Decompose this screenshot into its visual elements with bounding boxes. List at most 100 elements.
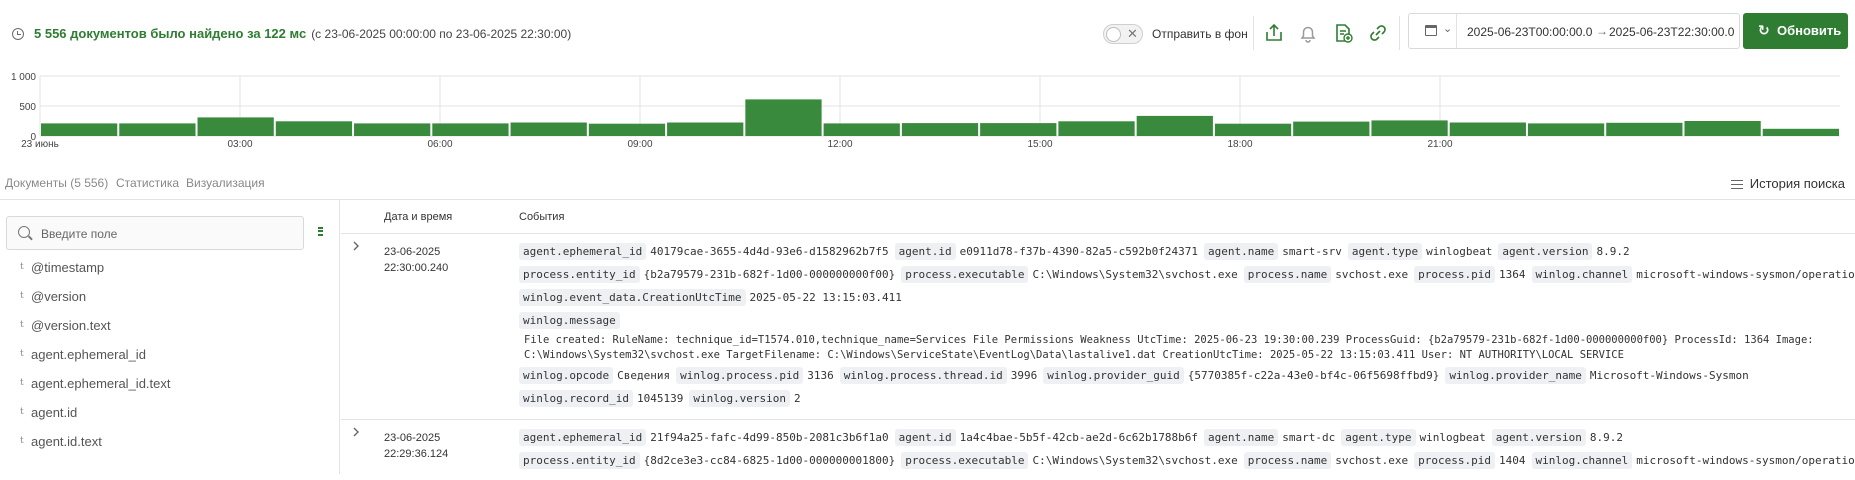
field-value: svchost.exe (1335, 268, 1409, 281)
row-date: 23-06-2025 (384, 432, 441, 444)
add-report-icon[interactable] (1331, 22, 1355, 46)
field-value: winlogbeat (1419, 431, 1486, 444)
histogram-bar[interactable] (823, 123, 900, 136)
histogram-bar[interactable] (901, 123, 979, 136)
link-icon[interactable] (1366, 22, 1390, 46)
bell-icon[interactable] (1296, 22, 1320, 46)
histogram-bar[interactable] (354, 123, 431, 136)
field-key[interactable]: agent.id (894, 429, 956, 446)
refresh-button[interactable]: ↻ Обновить (1743, 13, 1848, 49)
date-to-input[interactable]: 2025-06-23T22:30:00.0 (1609, 25, 1734, 39)
field-options-icon[interactable] (318, 225, 326, 239)
field-key[interactable]: winlog.message (519, 312, 620, 329)
tab-visualization[interactable]: Визуализация (186, 176, 265, 190)
field-key[interactable]: agent.version (1498, 243, 1593, 260)
field-value: Microsoft-Windows-Sysmon (1589, 369, 1749, 382)
field-key[interactable]: process.pid (1414, 266, 1495, 283)
histogram-bar[interactable] (510, 122, 587, 137)
field-key[interactable]: agent.name (1204, 243, 1279, 260)
field-name: agent.id (31, 405, 78, 420)
field-key[interactable]: winlog.channel (1531, 452, 1633, 469)
share-icon[interactable] (1262, 22, 1286, 46)
field-value: 2025-05-22 13:15:03.411 (749, 291, 902, 304)
message-line: C:\Windows\System32\svchost.exe TargetFi… (524, 349, 1624, 361)
histogram-bar[interactable] (1293, 121, 1370, 136)
field-key[interactable]: winlog.event_data.CreationUtcTime (519, 289, 746, 306)
chevron-down-icon: ⌄ (1443, 23, 1453, 35)
field-key[interactable]: agent.id (894, 243, 956, 260)
row-datetime: 23-06-2025 22:29:36.124 (384, 430, 448, 462)
field-sidebar: t@timestamp t@version t@version.text tag… (0, 200, 340, 474)
column-header-date[interactable]: Дата и время (384, 211, 452, 223)
histogram-bar[interactable] (1449, 122, 1526, 137)
field-key[interactable]: agent.version (1491, 429, 1586, 446)
search-history-button[interactable]: История поиска (1730, 176, 1845, 191)
histogram-bar[interactable] (1371, 120, 1448, 136)
field-key[interactable]: agent.ephemeral_id (519, 243, 647, 260)
send-to-background-label: Отправить в фон (1152, 27, 1248, 41)
field-key[interactable]: agent.type (1341, 429, 1416, 446)
send-to-background-toggle[interactable]: ✕ (1103, 24, 1143, 44)
histogram-bar[interactable] (1606, 122, 1683, 136)
field-name: @version.text (31, 318, 111, 333)
field-key[interactable]: winlog.channel (1531, 266, 1633, 283)
field-name: agent.ephemeral_id (31, 347, 146, 362)
histogram-bar[interactable] (1214, 123, 1292, 136)
x-tick-label: 06:00 (427, 139, 452, 150)
documents-table: Дата и время События 23-06-2025 22:30:00… (341, 200, 1855, 474)
field-key[interactable]: winlog.process.thread.id (839, 367, 1007, 384)
date-from-input[interactable]: 2025-06-23T00:00:00.0 (1467, 25, 1592, 39)
field-key[interactable]: process.pid (1414, 452, 1495, 469)
divider (1253, 16, 1254, 50)
field-key[interactable]: winlog.record_id (519, 390, 633, 407)
histogram-bar[interactable] (41, 123, 118, 136)
histogram-bar[interactable] (432, 123, 509, 136)
field-key[interactable]: process.executable (901, 266, 1029, 283)
field-key[interactable]: winlog.provider_name (1445, 367, 1586, 384)
expand-row-icon[interactable] (351, 426, 361, 441)
histogram-bar[interactable] (119, 123, 196, 136)
field-key[interactable]: agent.type (1347, 243, 1423, 260)
x-tick-label: 21:00 (1427, 139, 1452, 150)
field-key[interactable]: winlog.version (689, 390, 791, 407)
field-key[interactable]: process.name (1243, 266, 1332, 283)
histogram-bar[interactable] (745, 99, 822, 136)
histogram-bar[interactable] (1684, 121, 1761, 136)
tab-statistics[interactable]: Статистика (116, 176, 179, 190)
calendar-dropdown[interactable]: ⌄ (1417, 14, 1457, 48)
field-key[interactable]: agent.name (1204, 429, 1279, 446)
histogram-bar[interactable] (1762, 128, 1839, 136)
histogram-bar[interactable] (1527, 123, 1605, 136)
row-datetime: 23-06-2025 22:30:00.240 (384, 244, 448, 276)
histogram-bar[interactable] (1058, 121, 1135, 136)
histogram-bar[interactable] (667, 122, 744, 137)
field-key[interactable]: winlog.provider_guid (1043, 367, 1184, 384)
field-value: smart-dc (1282, 431, 1336, 444)
row-time: 22:30:00.240 (384, 262, 449, 274)
field-key[interactable]: winlog.process.pid (676, 367, 804, 384)
table-row[interactable]: 23-06-2025 22:30:00.240 agent.ephemeral_… (341, 234, 1855, 420)
field-key[interactable]: agent.ephemeral_id (519, 429, 647, 446)
tab-documents[interactable]: Документы (5 556) (5, 176, 108, 190)
row-date: 23-06-2025 (384, 246, 441, 258)
field-key[interactable]: winlog.opcode (519, 367, 614, 384)
found-count: 5 556 документов было найдено за 122 мс (34, 26, 307, 41)
expand-row-icon[interactable] (351, 240, 361, 255)
x-tick-label: 23 июнь (21, 139, 59, 150)
histogram-bar[interactable] (1136, 115, 1213, 136)
histogram-bar[interactable] (588, 123, 666, 136)
histogram-chart[interactable]: 1 000500023 июнь 03:00 06:00 09:00 12:00 15:0… (0, 62, 1855, 158)
field-value: e0911d78-f37b-4390-82a5-c592b0f24371 (959, 245, 1199, 258)
histogram-bar[interactable] (197, 117, 274, 136)
field-key[interactable]: process.entity_id (519, 266, 640, 283)
table-row[interactable]: 23-06-2025 22:29:36.124 agent.ephemeral_… (341, 420, 1855, 480)
results-summary: 5 556 документов было найдено за 122 мс (… (34, 26, 571, 41)
field-key[interactable]: process.executable (901, 452, 1029, 469)
field-key[interactable]: process.entity_id (519, 452, 640, 469)
field-key[interactable]: process.name (1243, 452, 1332, 469)
histogram-bar[interactable] (275, 121, 353, 136)
histogram-bar[interactable] (980, 123, 1057, 136)
column-header-events[interactable]: События (519, 211, 564, 223)
field-value: 3136 (807, 369, 834, 382)
field-search-input[interactable] (41, 224, 291, 244)
